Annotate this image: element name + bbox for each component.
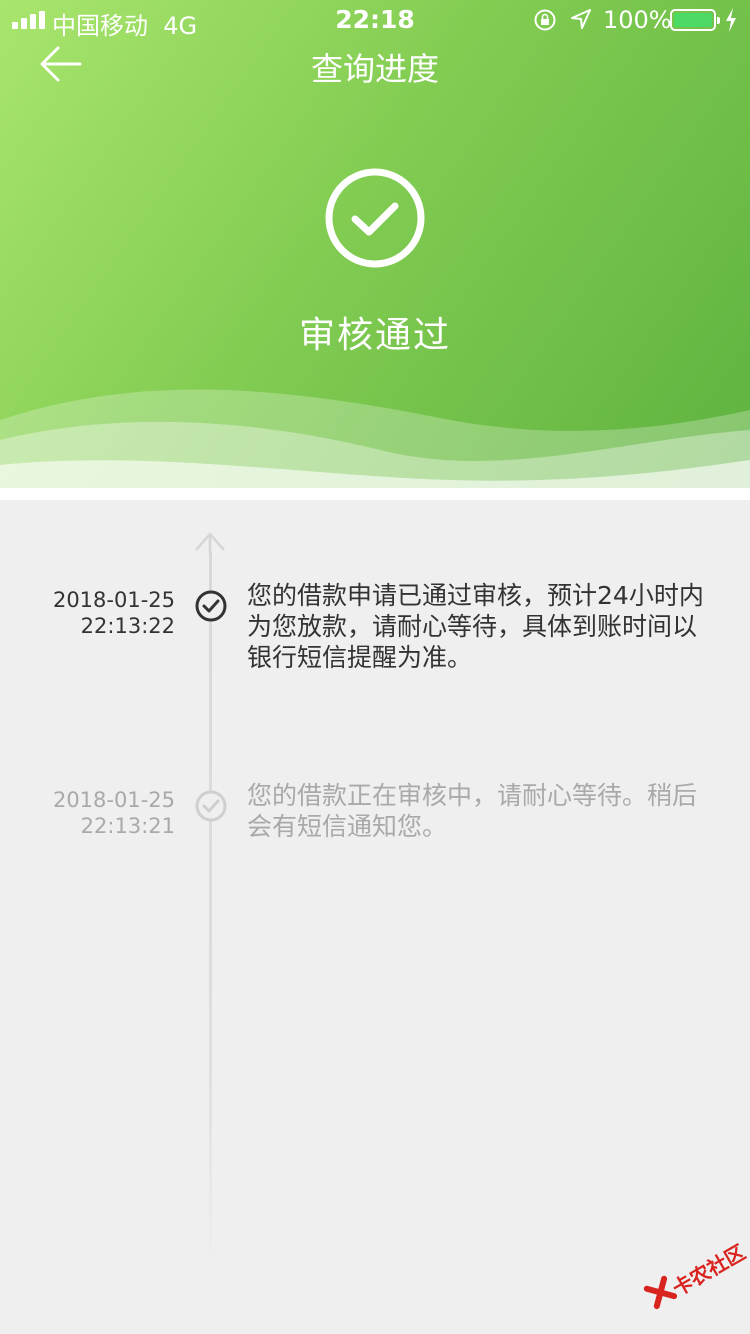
- location-icon: [571, 9, 591, 29]
- entry-time: 22:13:22: [80, 614, 175, 638]
- entry-date: 2018-01-25: [52, 588, 175, 612]
- battery-percent: 100%: [603, 6, 672, 34]
- battery-icon: [670, 9, 720, 31]
- header: 中国移动 4G 22:18 100% 查询进度 审核通过: [0, 0, 750, 500]
- timeline-arrow-icon: [195, 532, 225, 554]
- charging-icon: [726, 8, 736, 32]
- wave-decoration: [0, 389, 750, 500]
- rotation-lock-icon: [534, 9, 556, 31]
- status-bar: 中国移动 4G 22:18 100%: [0, 0, 750, 40]
- check-circle-icon: [325, 168, 425, 268]
- watermark-text: 卡农社区: [668, 1239, 750, 1301]
- watermark: 卡农社区: [638, 1229, 750, 1331]
- entry-message: 您的借款申请已通过审核，预计24小时内为您放款，请耐心等待，具体到账时间以银行短…: [247, 581, 704, 672]
- entry-time: 22:13:21: [80, 814, 175, 838]
- check-circle-icon: [195, 790, 227, 822]
- timeline-line: [209, 552, 212, 1272]
- entry-message: 您的借款正在审核中，请耐心等待。稍后会有短信通知您。: [247, 781, 698, 841]
- status-text: 审核通过: [298, 315, 451, 356]
- entry-date: 2018-01-25: [52, 788, 175, 812]
- page-title: 查询进度: [310, 50, 439, 88]
- check-circle-icon: [195, 590, 227, 622]
